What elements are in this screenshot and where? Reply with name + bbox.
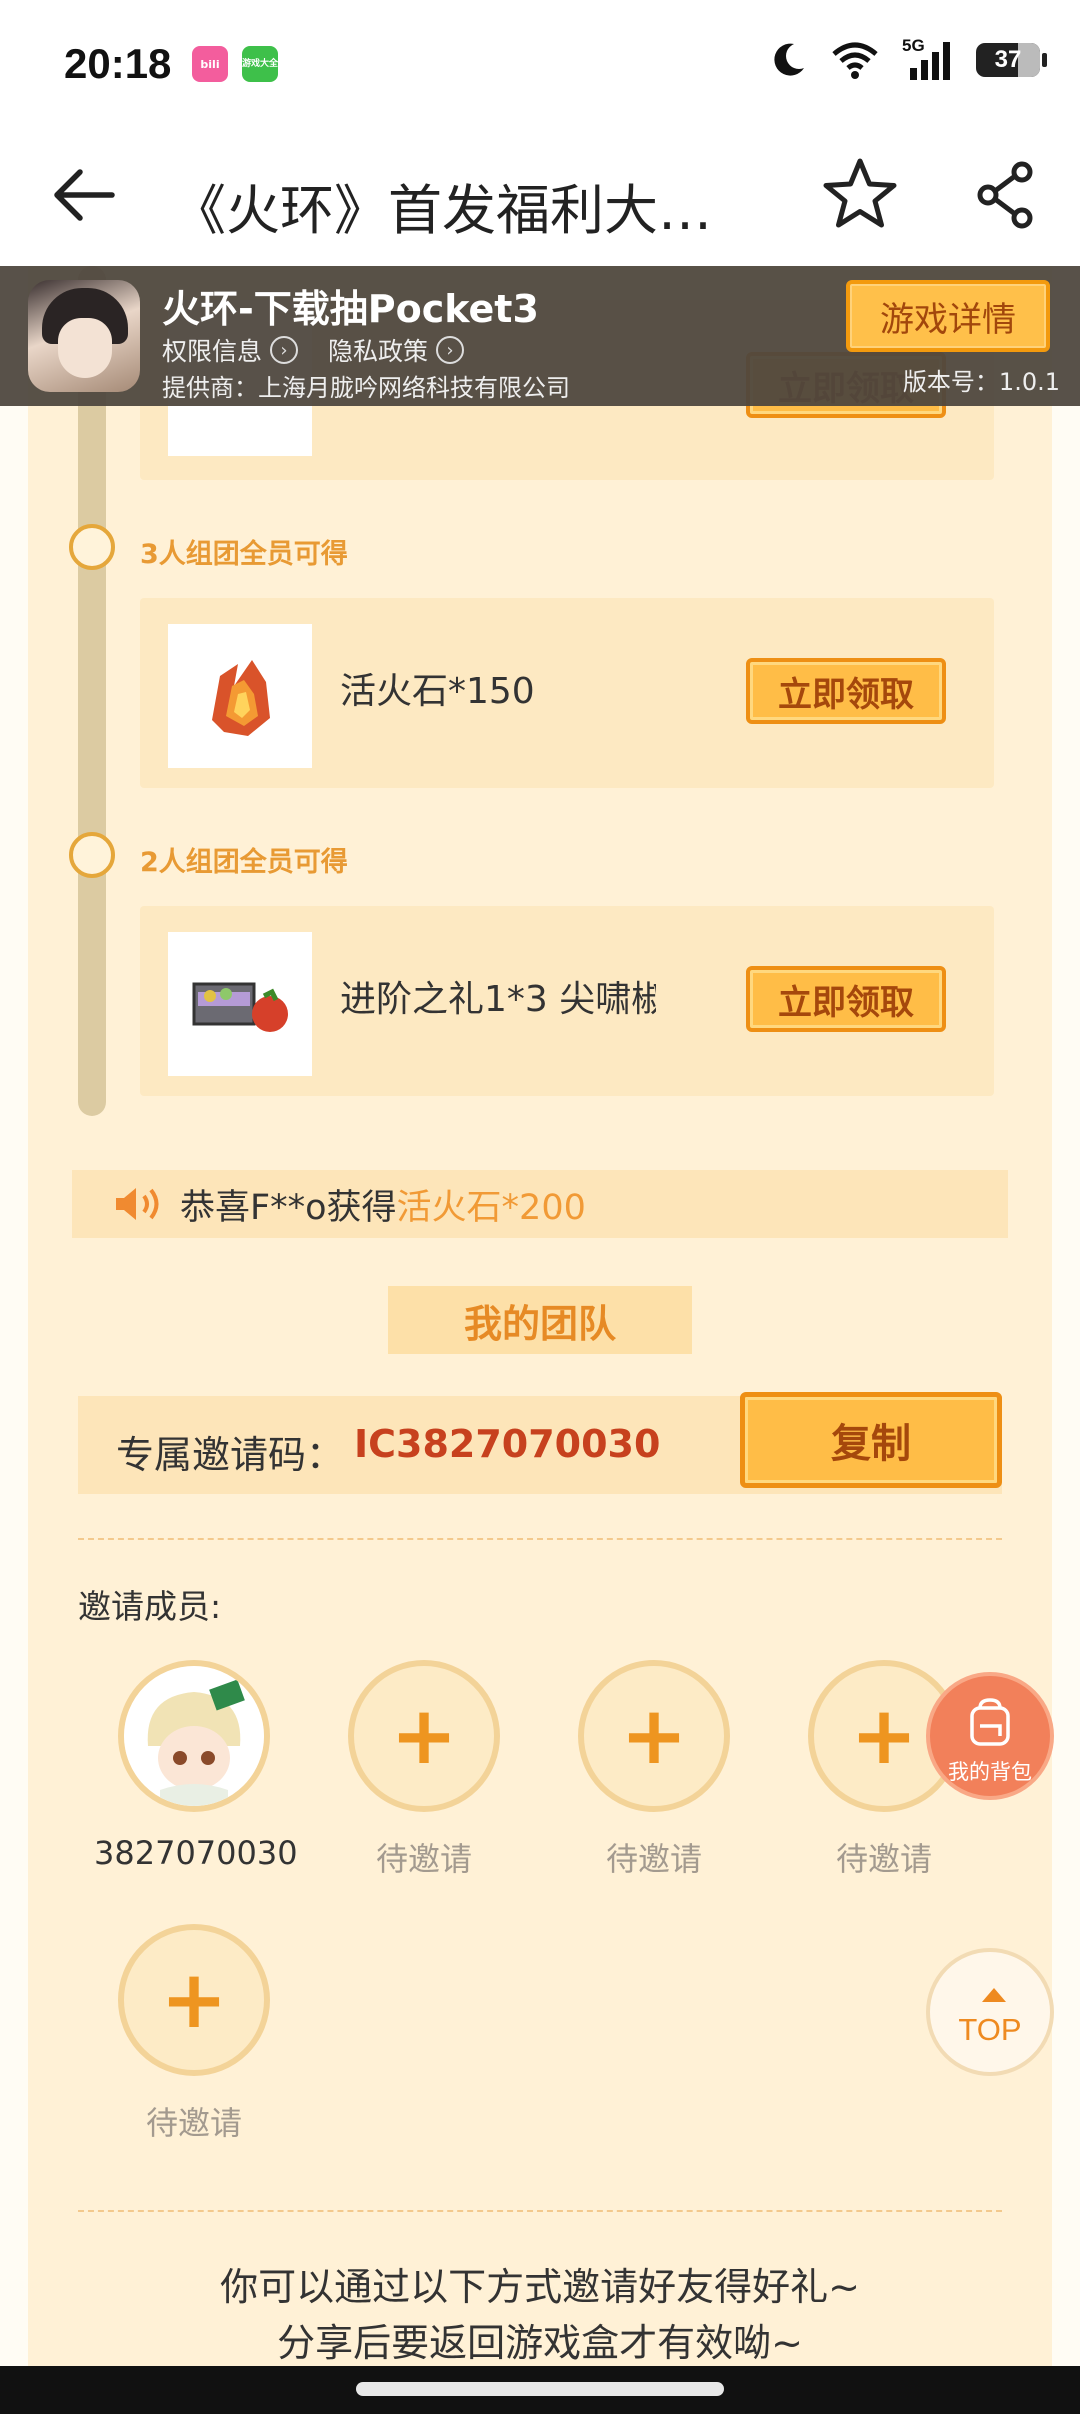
backpack-label: 我的背包 (948, 1760, 1032, 1784)
back-arrow-icon[interactable] (48, 160, 118, 230)
permissions-link[interactable]: 权限信息 › (162, 332, 299, 368)
top-label: TOP (958, 2012, 1022, 2047)
chevron-right-icon: › (270, 336, 299, 364)
plus-icon: + (850, 1689, 918, 1782)
member-status: 待邀请 (605, 1840, 702, 1878)
invite-code-row: 专属邀请码： IC3827070030 复制 (78, 1392, 1002, 1494)
page-title: 《火环》首发福利大放送 (172, 179, 762, 242)
moon-icon (774, 43, 804, 76)
arrow-up-icon (982, 1988, 1006, 2002)
winner-broadcast: 恭喜F**o获得活火石*200 (72, 1170, 1008, 1238)
divider (78, 2210, 1002, 2212)
privacy-label: 隐私政策 (328, 337, 429, 366)
invite-slot[interactable]: + (348, 1660, 500, 1812)
share-icon[interactable] (976, 160, 1036, 230)
reward-card: 进阶之礼1*3 尖啸椒*3 立即领取 (140, 906, 994, 1096)
invite-instructions-line2: 分享后要返回游戏盒才有效呦~ (277, 2321, 803, 2365)
claim-button[interactable]: 立即领取 (746, 658, 946, 724)
plus-icon: + (160, 1953, 228, 2046)
cellular-signal-icon: 5G (902, 36, 954, 80)
member-status: 待邀请 (375, 1840, 472, 1878)
broadcast-text: 恭喜F**o获得活火石*200 (180, 1179, 586, 1230)
game-provider: 提供商：上海月胧吟网络科技有限公司 (162, 374, 570, 402)
fire-stone-icon (212, 660, 270, 736)
broadcast-item: 活火石*200 (396, 1187, 586, 1228)
invite-slot[interactable]: + (118, 1924, 270, 2076)
member-name: 3827070030 (94, 1834, 298, 1872)
back-to-top-button[interactable]: TOP (926, 1948, 1054, 2076)
game-info-bar: 火环-下载抽Pocket3 权限信息 › 隐私政策 › 提供商：上海月胧吟网络科… (0, 266, 1080, 406)
game-center-badge-text: 游戏大全 (242, 58, 279, 69)
status-time: 20:18 (64, 40, 172, 87)
plus-icon: + (390, 1689, 458, 1782)
privacy-link[interactable]: 隐私政策 › (328, 332, 465, 368)
speaker-icon (116, 1188, 159, 1220)
member-self: 3827070030 (94, 1660, 298, 1872)
game-icon[interactable] (28, 280, 140, 392)
invite-code-label: 专属邀请码： (116, 1433, 345, 1477)
reward-card: 活火石*150 立即领取 (140, 598, 994, 788)
reward-image (168, 624, 312, 768)
reward-name: 进阶之礼1*3 尖啸椒*3 (340, 979, 656, 1020)
bilibili-badge-text: bili (200, 57, 220, 71)
tier-label: 2人组团全员可得 (140, 847, 348, 878)
reward-name: 活火石*150 (340, 671, 535, 712)
game-version: 版本号：1.0.1 (902, 368, 1060, 396)
backpack-icon (970, 1698, 1010, 1746)
claim-button[interactable]: 立即领取 (746, 966, 946, 1032)
game-name: 火环-下载抽Pocket3 (162, 287, 539, 331)
member-slot[interactable]: + 待邀请 (554, 1660, 754, 1880)
member-status: 待邀请 (145, 2104, 242, 2142)
system-navigation-bar (0, 2366, 1080, 2414)
battery-level: 37 (994, 46, 1022, 73)
bilibili-app-icon: bili (192, 46, 228, 82)
timeline-node (69, 832, 115, 878)
invite-instructions-line1: 你可以通过以下方式邀请好友得好礼~ (220, 2265, 860, 2309)
game-detail-button[interactable]: 游戏详情 (846, 280, 1050, 352)
invite-slot[interactable]: + (578, 1660, 730, 1812)
status-bar: 20:18 bili 游戏大全 5G 37 (0, 0, 1080, 130)
top-nav-bar: 《火环》首发福利大放送 (0, 130, 1080, 266)
avatar (124, 1666, 264, 1806)
my-backpack-button[interactable]: 我的背包 (926, 1672, 1054, 1800)
permissions-label: 权限信息 (162, 337, 263, 366)
timeline-node (69, 524, 115, 570)
battery-indicator: 37 (976, 43, 1047, 77)
team-section-title: 我的团队 (388, 1286, 692, 1354)
plus-icon: + (620, 1689, 688, 1782)
tier-label: 3人组团全员可得 (140, 539, 348, 570)
network-type: 5G (902, 36, 925, 55)
members-label: 邀请成员: (78, 1587, 222, 1626)
wifi-icon (832, 42, 878, 79)
member-status: 待邀请 (835, 1840, 932, 1878)
treasure-chest-icon (192, 982, 288, 1032)
home-gesture-handle[interactable] (356, 2382, 724, 2396)
member-slot[interactable]: + 待邀请 (324, 1660, 524, 1880)
copy-button[interactable]: 复制 (740, 1392, 1002, 1488)
member-slot[interactable]: + 待邀请 (94, 1924, 294, 2144)
chevron-right-icon: › (436, 336, 465, 364)
game-center-app-icon: 游戏大全 (242, 46, 278, 82)
status-icons: 5G 37 (768, 36, 1047, 80)
invite-code-value: IC3827070030 (354, 1422, 661, 1466)
game-links: 权限信息 › 隐私政策 › (162, 332, 465, 368)
divider (78, 1538, 1002, 1540)
reward-image (168, 932, 312, 1076)
broadcast-prefix: 恭喜F**o获得 (180, 1187, 397, 1228)
member-avatar (118, 1660, 270, 1812)
star-icon[interactable] (822, 156, 898, 232)
